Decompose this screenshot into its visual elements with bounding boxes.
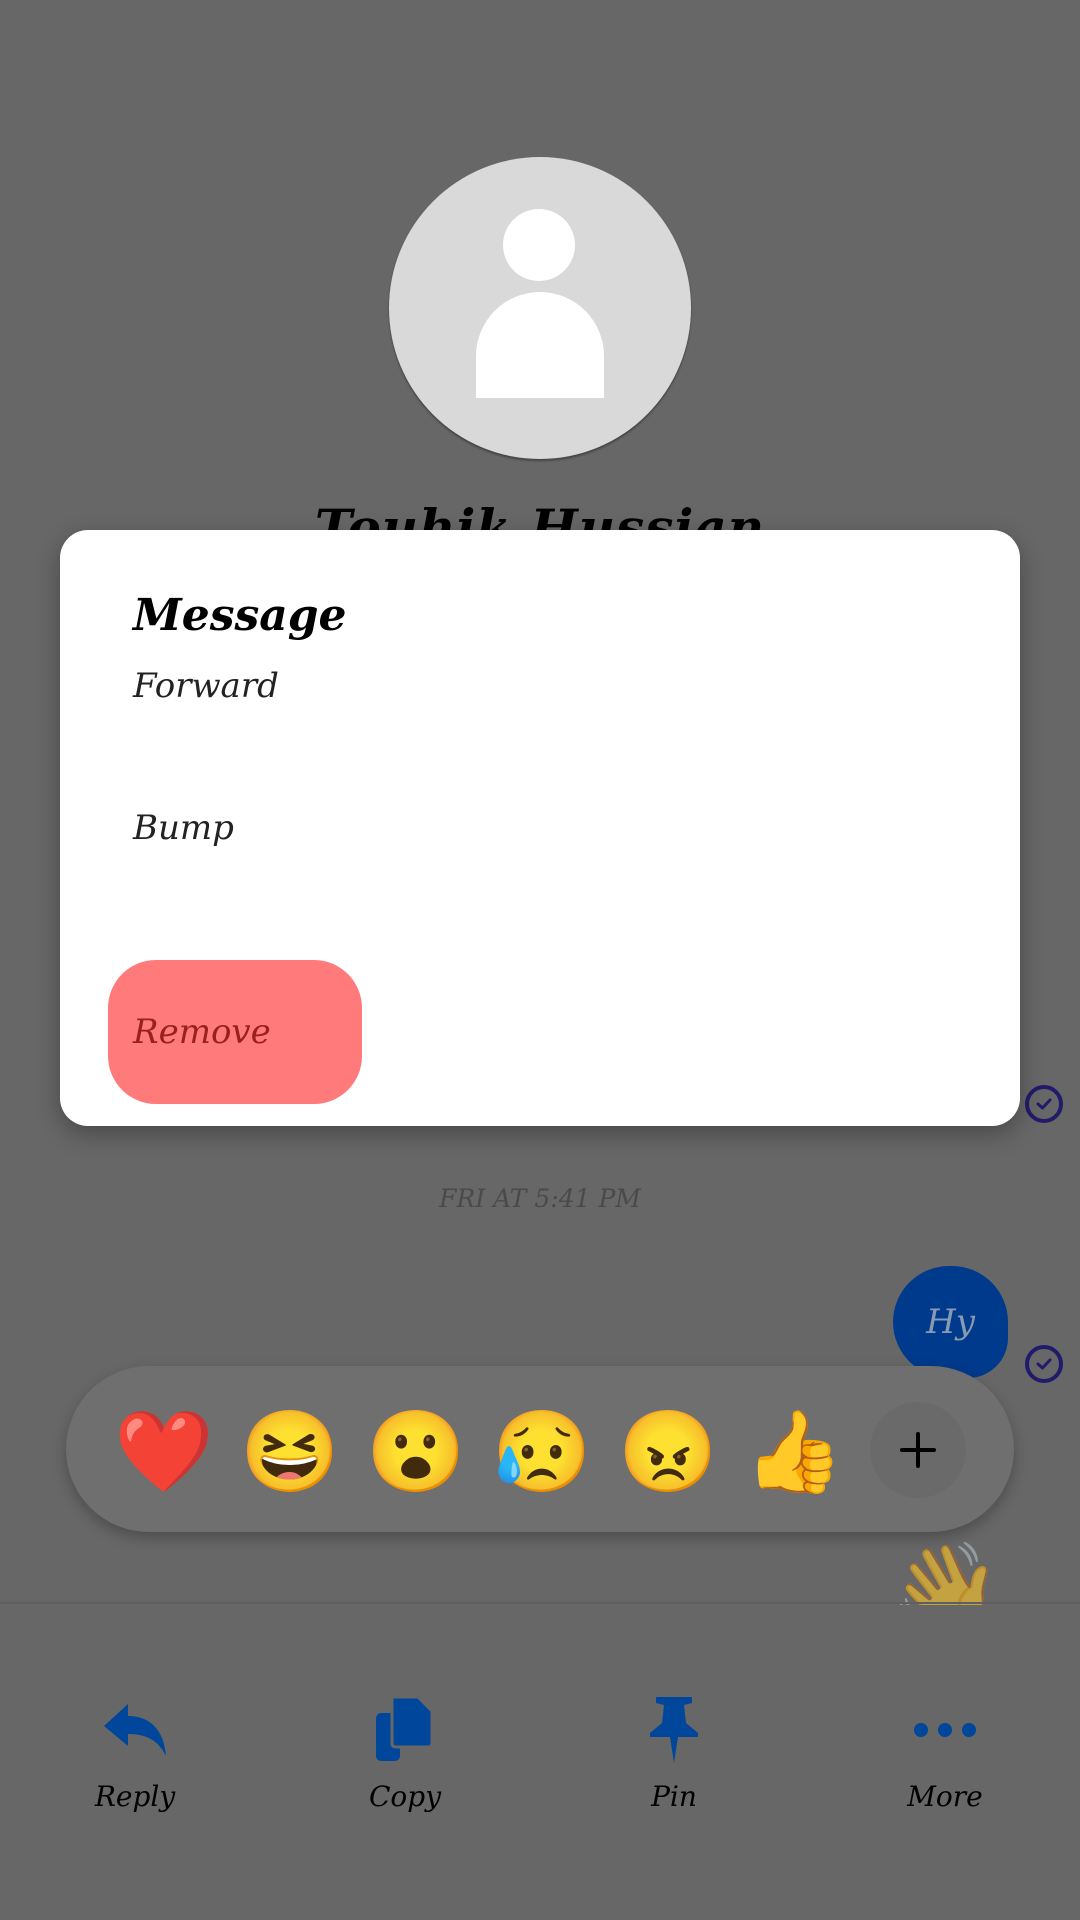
delivered-check-icon [1025,1345,1063,1383]
message-timestamp: FRI AT 5:41 PM [439,1184,641,1213]
delivered-check-icon [1025,1085,1063,1123]
copy-icon [345,1690,465,1770]
more-icon [885,1690,1005,1770]
copy-action[interactable]: Copy [345,1690,465,1813]
plus-icon [900,1432,936,1468]
message-options-dialog: Message Forward Bump Remove [60,530,1020,1126]
pin-action[interactable]: Pin [614,1690,734,1813]
message-bubble[interactable]: Hy [893,1266,1008,1378]
reply-label: Reply [94,1780,176,1813]
action-bar-divider [0,1602,1080,1604]
more-label: More [907,1780,983,1813]
bump-label: Bump [133,808,234,848]
avatar-head-shape [503,209,575,281]
heart-reaction[interactable]: ❤️ [114,1404,214,1500]
forward-option[interactable]: Forward [108,614,362,758]
more-reactions-button[interactable] [870,1402,966,1498]
pin-label: Pin [651,1780,697,1813]
remove-label: Remove [133,1012,271,1052]
reaction-bar: ❤️ 😆 😮 😥 😠 👍 [66,1366,1014,1532]
wave-emoji-message[interactable]: 👋 [890,1535,1002,1605]
forward-label: Forward [133,666,279,706]
reply-icon [75,1690,195,1770]
angry-reaction[interactable]: 😠 [618,1404,718,1500]
remove-option[interactable]: Remove [108,960,362,1104]
laughing-reaction[interactable]: 😆 [240,1404,340,1500]
bump-option[interactable]: Bump [108,756,362,900]
surprised-reaction[interactable]: 😮 [366,1404,466,1500]
pin-icon [614,1690,734,1770]
reply-action[interactable]: Reply [75,1690,195,1813]
thumbs-up-reaction[interactable]: 👍 [744,1404,844,1500]
crying-reaction[interactable]: 😥 [492,1404,592,1500]
message-text: Hy [926,1302,975,1342]
more-action[interactable]: More [885,1690,1005,1813]
avatar-body-shape [476,292,604,398]
copy-label: Copy [368,1780,442,1813]
contact-avatar[interactable] [389,157,691,459]
